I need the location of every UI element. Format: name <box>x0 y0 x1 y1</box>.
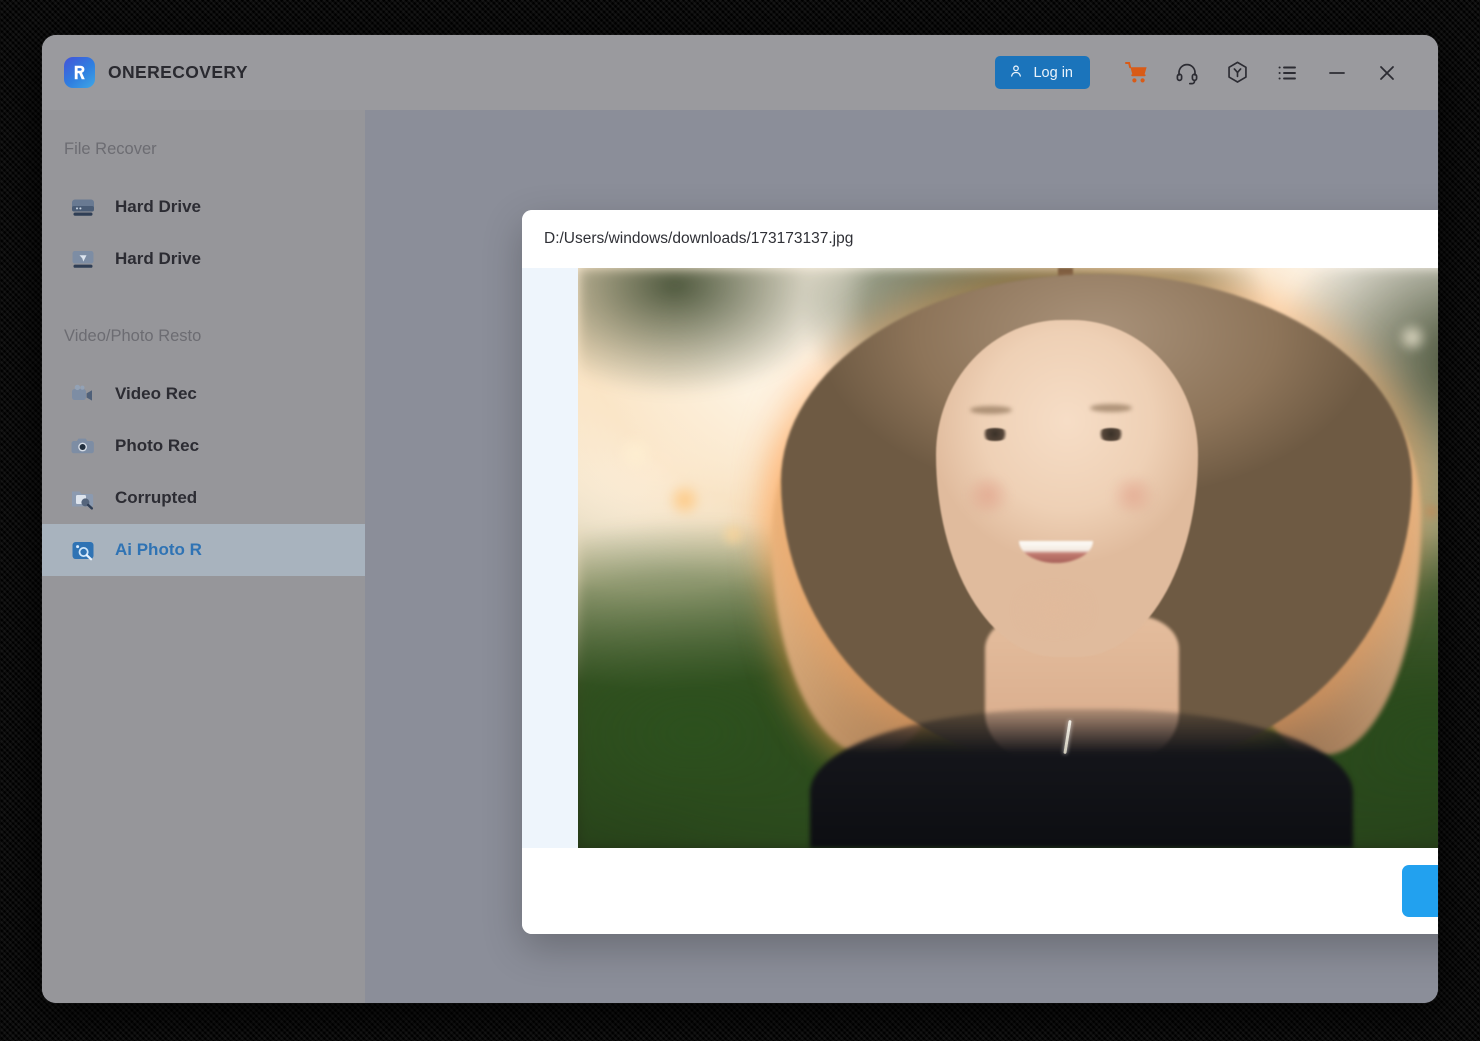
sidebar-item-label: Video Rec <box>115 384 197 404</box>
sidebar-item-label: Ai Photo R <box>115 540 202 560</box>
title-bar: ONERECOVERY Log in <box>42 35 1438 110</box>
login-button[interactable]: Log in <box>995 56 1090 89</box>
hard-drive-icon <box>68 192 98 222</box>
photo-cheek-left <box>961 477 1015 513</box>
sidebar-item-corrupted-repair[interactable]: Corrupted <box>42 472 365 524</box>
sidebar-item-ai-photo-recovery[interactable]: Ai Photo R <box>42 524 365 576</box>
app-body: File Recover Hard Drive <box>42 110 1438 1003</box>
photo-chin <box>1004 587 1104 633</box>
brand-name: ONERECOVERY <box>108 62 248 83</box>
image-preview-area <box>522 268 1438 848</box>
hexagon-y-icon[interactable] <box>1214 50 1260 96</box>
sidebar-item-label: Photo Rec <box>115 436 199 456</box>
login-label: Log in <box>1033 65 1073 81</box>
sidebar-group-title-file-recover: File Recover <box>42 140 365 159</box>
modal-header: D:/Users/windows/downloads/173173137.jpg <box>522 210 1438 268</box>
sidebar-item-label: Corrupted <box>115 488 197 508</box>
onerecovery-logo-icon <box>64 57 95 88</box>
page-backdrop: ONERECOVERY Log in <box>0 0 1480 1041</box>
photo-cheek-right <box>1106 477 1160 513</box>
sidebar-item-video-recovery[interactable]: Video Rec <box>42 368 365 420</box>
sidebar-group-title-video-photo: Video/Photo Resto <box>42 327 365 346</box>
file-path-label: D:/Users/windows/downloads/173173137.jpg <box>544 230 853 248</box>
minimize-icon[interactable] <box>1314 50 1360 96</box>
photo-eye-right <box>1096 428 1126 441</box>
close-icon[interactable] <box>1364 50 1410 96</box>
hard-drive-partition-icon <box>68 244 98 274</box>
list-menu-icon[interactable] <box>1264 50 1310 96</box>
brand: ONERECOVERY <box>64 57 248 88</box>
sidebar-item-hard-drive[interactable]: Hard Drive <box>42 181 365 233</box>
sidebar-item-hard-drive-partition[interactable]: Hard Drive <box>42 233 365 285</box>
sidebar-item-label: Hard Drive <box>115 197 201 217</box>
titlebar-actions: Log in <box>995 50 1410 96</box>
headset-icon[interactable] <box>1164 50 1210 96</box>
sidebar: File Recover Hard Drive <box>42 110 365 1003</box>
save-button[interactable]: Save <box>1402 865 1438 917</box>
preview-photo <box>578 268 1439 848</box>
image-preview-modal: D:/Users/windows/downloads/173173137.jpg <box>522 210 1438 934</box>
sidebar-item-label: Hard Drive <box>115 249 201 269</box>
modal-overlay: D:/Users/windows/downloads/173173137.jpg <box>365 110 1438 1003</box>
cart-icon[interactable] <box>1114 50 1160 96</box>
sidebar-item-photo-recovery[interactable]: Photo Rec <box>42 420 365 472</box>
ai-photo-icon <box>68 535 98 565</box>
camera-icon <box>68 431 98 461</box>
app-window: ONERECOVERY Log in <box>42 35 1438 1003</box>
folder-repair-icon <box>68 483 98 513</box>
main-content: hen uploading. D:/Users/windows/download… <box>365 110 1438 1003</box>
modal-footer: Save <box>522 848 1438 934</box>
user-icon <box>1008 63 1024 83</box>
photo-eye-left <box>980 428 1010 441</box>
video-camera-icon <box>68 379 98 409</box>
